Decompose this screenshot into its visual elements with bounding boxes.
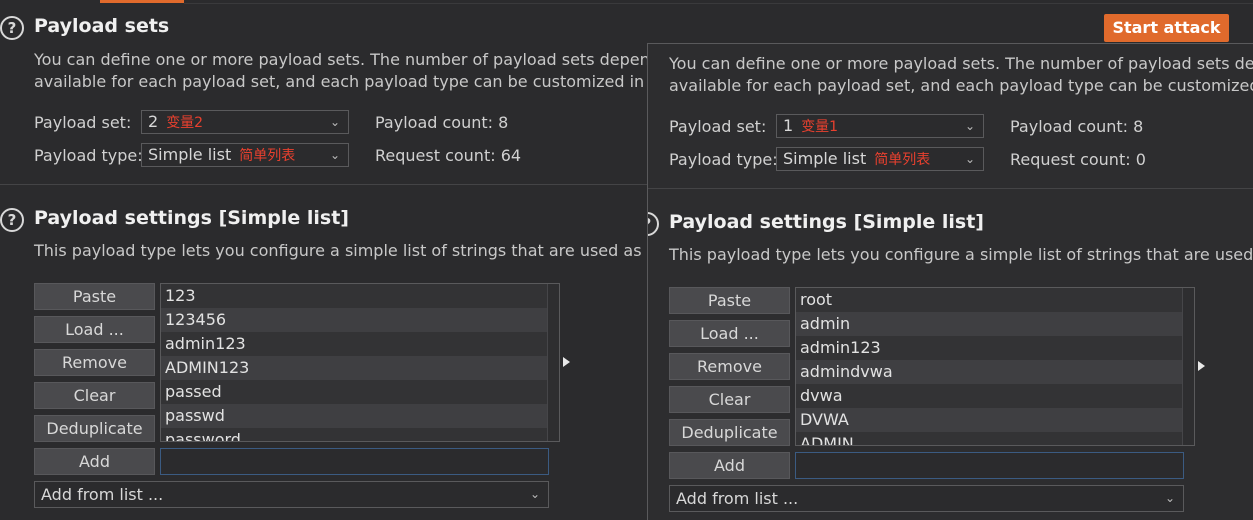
payload-list[interactable]: root admin admin123 admindvwa dvwa DVWA … [795,287,1195,446]
load-button[interactable]: Load ... [669,320,790,347]
payload-set-label: Payload set: [34,113,132,132]
active-tab-indicator [100,0,184,3]
payload-set-select[interactable]: 2 变量2 ⌄ [141,110,349,134]
clear-button[interactable]: Clear [669,386,790,413]
payload-set-label: Payload set: [669,117,767,136]
payload-type-label: Payload type: [34,146,143,165]
list-item[interactable]: password [161,428,547,441]
payload-type-value: Simple list [148,145,232,164]
chevron-down-icon: ⌄ [964,119,975,133]
payload-settings-description: This payload type lets you configure a s… [34,241,691,260]
list-item[interactable]: ADMIN123 [161,356,547,380]
list-item[interactable]: ADMIN [796,432,1182,445]
payload-count: Payload count: 8 [1010,117,1144,136]
list-item[interactable]: 123 [161,284,547,308]
list-item[interactable]: root [796,288,1182,312]
payload-list[interactable]: 123 123456 admin123 ADMIN123 passed pass… [160,283,560,442]
chevron-down-icon: ⌄ [329,148,340,162]
arrow-right-icon [563,357,570,367]
add-from-list-select[interactable]: Add from list ... ⌄ [34,481,549,508]
payload-sets-description-line2: available for each payload set, and each… [669,76,1253,95]
help-circle-icon[interactable]: ? [0,208,24,232]
payload-set-value: 2 [148,112,159,131]
payload-settings-description: This payload type lets you configure a s… [669,245,1253,264]
section-divider [648,188,1253,189]
list-item[interactable]: dvwa [796,384,1182,408]
payload-sets-title: Payload sets [34,15,170,37]
paste-button[interactable]: Paste [669,287,790,314]
list-item[interactable]: passwd [161,404,547,428]
start-attack-button[interactable]: Start attack [1104,14,1229,42]
help-circle-icon[interactable]: ? [0,16,24,40]
add-item-input[interactable] [795,452,1184,479]
request-count: Request count: 0 [1010,150,1146,169]
payload-set-annotation: 变量2 [166,115,204,131]
list-item[interactable]: admin [796,312,1182,336]
add-button[interactable]: Add [669,452,790,479]
chevron-down-icon: ⌄ [1164,491,1175,505]
arrow-right-icon [1198,361,1205,371]
list-item[interactable]: passed [161,380,547,404]
list-scrollbar[interactable] [547,284,559,441]
list-scrollbar[interactable] [1182,288,1194,445]
payload-settings-title: Payload settings [Simple list] [669,211,984,233]
tab-divider [184,3,1253,4]
payload-type-select[interactable]: Simple list 简单列表 ⌄ [776,147,984,171]
payload-type-select[interactable]: Simple list 简单列表 ⌄ [141,143,349,167]
remove-button[interactable]: Remove [669,353,790,380]
payload-set-value: 1 [783,116,794,135]
payload-type-annotation: 简单列表 [874,152,931,168]
payload-sets-description-line2: available for each payload set, and each… [34,72,685,91]
payload-set-select[interactable]: 1 变量1 ⌄ [776,114,984,138]
add-from-list-label: Add from list ... [676,489,799,508]
payload-settings-title: Payload settings [Simple list] [34,207,349,229]
right-intruder-payloads-panel: You can define one or more payload sets.… [647,43,1253,520]
list-item[interactable]: admindvwa [796,360,1182,384]
load-button[interactable]: Load ... [34,316,155,343]
remove-button[interactable]: Remove [34,349,155,376]
add-button[interactable]: Add [34,448,155,475]
payload-type-annotation: 简单列表 [239,148,296,164]
request-count: Request count: 64 [375,146,522,165]
chevron-down-icon: ⌄ [329,115,340,129]
clear-button[interactable]: Clear [34,382,155,409]
add-item-input[interactable] [160,448,549,475]
payload-sets-description-line1: You can define one or more payload sets.… [34,50,684,69]
payload-sets-description-line1: You can define one or more payload sets.… [669,54,1253,73]
payload-type-value: Simple list [783,149,867,168]
payload-type-label: Payload type: [669,150,778,169]
list-item[interactable]: admin123 [161,332,547,356]
list-item[interactable]: 123456 [161,308,547,332]
deduplicate-button[interactable]: Deduplicate [669,419,790,446]
chevron-down-icon: ⌄ [529,487,540,501]
add-from-list-select[interactable]: Add from list ... ⌄ [669,485,1184,512]
add-from-list-label: Add from list ... [41,485,164,504]
chevron-down-icon: ⌄ [964,152,975,166]
list-item[interactable]: admin123 [796,336,1182,360]
payload-set-annotation: 变量1 [801,119,839,135]
paste-button[interactable]: Paste [34,283,155,310]
list-item[interactable]: DVWA [796,408,1182,432]
payload-count: Payload count: 8 [375,113,509,132]
deduplicate-button[interactable]: Deduplicate [34,415,155,442]
help-circle-icon[interactable]: ? [648,212,659,236]
